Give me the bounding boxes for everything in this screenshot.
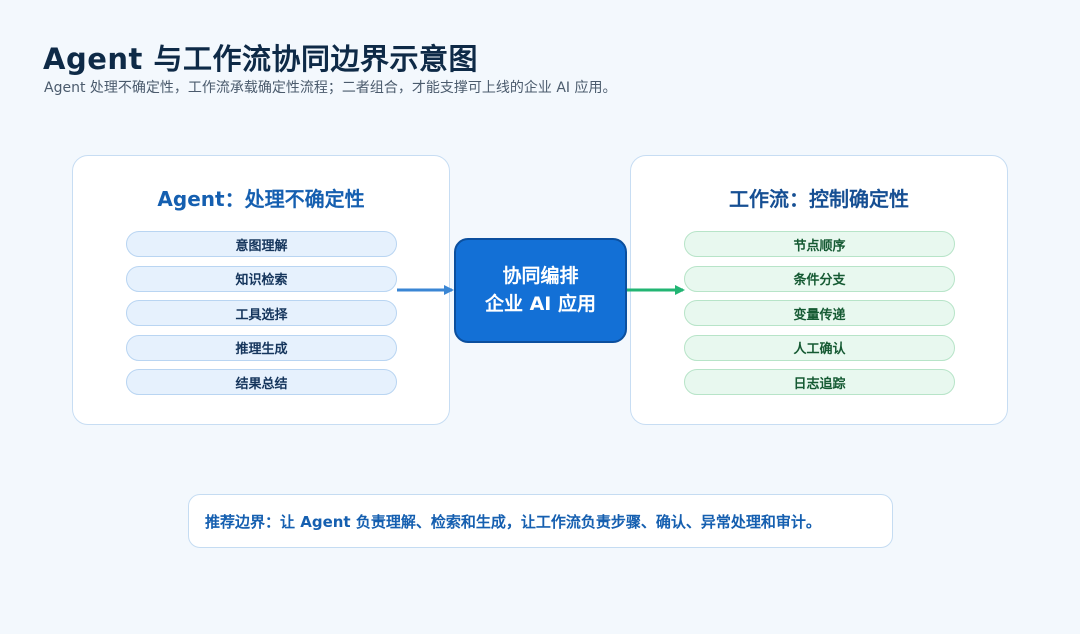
diagram-page: Agent 与工作流协同边界示意图 Agent 处理不确定性，工作流承载确定性流…	[0, 0, 1080, 634]
recommendation-note: 推荐边界：让 Agent 负责理解、检索和生成，让工作流负责步骤、确认、异常处理…	[188, 494, 893, 548]
